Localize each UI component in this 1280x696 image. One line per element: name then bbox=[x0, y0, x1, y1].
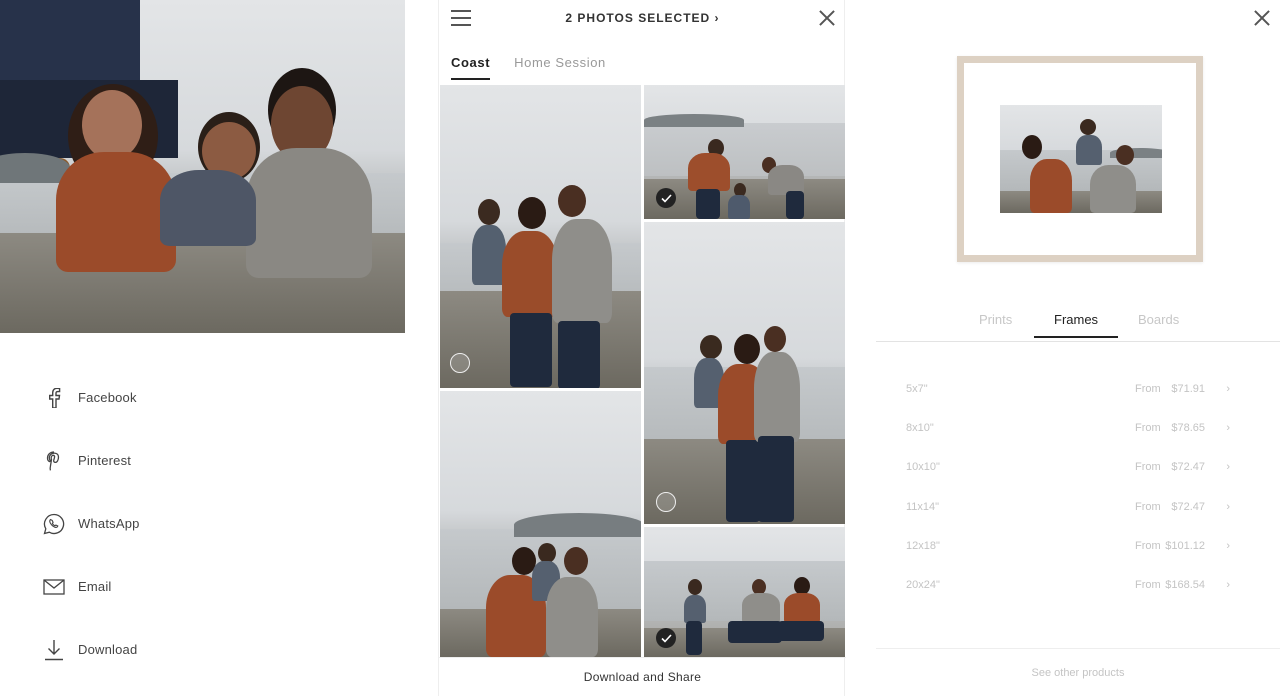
size-label: 10x10" bbox=[906, 461, 940, 474]
share-facebook-label: Facebook bbox=[78, 390, 137, 405]
size-label: 5x7" bbox=[906, 383, 928, 395]
download-icon bbox=[42, 638, 66, 662]
size-row-8x10[interactable]: 8x10" From $78.65 › bbox=[906, 411, 1236, 450]
from-label: From bbox=[1135, 578, 1161, 591]
share-download-label: Download bbox=[78, 642, 138, 657]
size-label: 20x24" bbox=[906, 578, 940, 591]
size-label: 12x18" bbox=[906, 539, 940, 552]
price-label: $78.65 bbox=[1171, 422, 1205, 435]
from-label: From bbox=[1135, 383, 1161, 395]
price-label: $101.12 bbox=[1165, 539, 1205, 552]
selected-count-title[interactable]: 2 PHOTOS SELECTED › bbox=[439, 11, 846, 25]
size-row-10x10[interactable]: 10x10" From $72.47 › bbox=[906, 450, 1236, 489]
chevron-right-icon: › bbox=[1226, 539, 1230, 552]
selected-check-icon[interactable] bbox=[656, 628, 676, 648]
size-row-5x7[interactable]: 5x7" From $71.91 › bbox=[906, 372, 1236, 411]
size-label: 11x14" bbox=[906, 500, 940, 513]
from-label: From bbox=[1135, 461, 1161, 474]
from-label: From bbox=[1135, 539, 1161, 552]
select-circle-icon[interactable] bbox=[656, 492, 676, 512]
share-panel: Facebook Pinterest WhatsApp Email Downlo… bbox=[0, 0, 405, 696]
tab-boards[interactable]: Boards bbox=[1138, 312, 1179, 336]
from-label: From bbox=[1135, 500, 1161, 513]
gallery-tabs: Coast Home Session bbox=[451, 55, 606, 80]
share-pinterest-label: Pinterest bbox=[78, 453, 132, 468]
select-circle-icon[interactable] bbox=[450, 353, 470, 373]
share-email[interactable]: Email bbox=[42, 555, 382, 618]
size-row-11x14[interactable]: 11x14" From $72.47 › bbox=[906, 490, 1236, 529]
close-icon[interactable] bbox=[1253, 9, 1271, 27]
price-label: $168.54 bbox=[1165, 578, 1205, 591]
photo-tile[interactable] bbox=[644, 527, 845, 657]
pinterest-icon bbox=[42, 449, 66, 473]
product-tabs: Prints Frames Boards bbox=[876, 312, 1280, 342]
share-facebook[interactable]: Facebook bbox=[42, 366, 382, 429]
size-label: 8x10" bbox=[906, 422, 934, 435]
chevron-right-icon: › bbox=[1226, 461, 1230, 474]
selected-check-icon[interactable] bbox=[656, 188, 676, 208]
tab-coast[interactable]: Coast bbox=[451, 55, 491, 80]
share-pinterest[interactable]: Pinterest bbox=[42, 429, 382, 492]
frame-size-list: 5x7" From $71.91 › 8x10" From $78.65 › 1… bbox=[906, 372, 1236, 607]
photo-tile[interactable] bbox=[644, 85, 845, 219]
share-email-label: Email bbox=[78, 579, 112, 594]
tab-prints[interactable]: Prints bbox=[979, 312, 1012, 336]
gallery-panel: 2 PHOTOS SELECTED › Coast Home Session D… bbox=[438, 0, 846, 696]
see-other-products-link[interactable]: See other products bbox=[876, 648, 1280, 696]
share-whatsapp-label: WhatsApp bbox=[78, 516, 140, 531]
gallery-header: 2 PHOTOS SELECTED › bbox=[439, 0, 846, 38]
size-row-20x24[interactable]: 20x24" From $168.54 › bbox=[906, 568, 1236, 607]
size-row-12x18[interactable]: 12x18" From $101.12 › bbox=[906, 529, 1236, 568]
photo-tile[interactable] bbox=[440, 391, 641, 657]
from-label: From bbox=[1135, 422, 1161, 435]
email-icon bbox=[42, 575, 66, 599]
whatsapp-icon bbox=[42, 512, 66, 536]
photo-tile[interactable] bbox=[644, 222, 845, 524]
tab-home-session[interactable]: Home Session bbox=[514, 55, 606, 80]
share-download[interactable]: Download bbox=[42, 618, 382, 681]
chevron-right-icon: › bbox=[1226, 383, 1230, 395]
download-and-share-button[interactable]: Download and Share bbox=[439, 657, 846, 696]
facebook-icon bbox=[42, 386, 66, 410]
share-options-list: Facebook Pinterest WhatsApp Email Downlo… bbox=[42, 366, 382, 681]
photo-tile[interactable] bbox=[440, 85, 641, 388]
share-whatsapp[interactable]: WhatsApp bbox=[42, 492, 382, 555]
price-label: $72.47 bbox=[1171, 461, 1205, 474]
chevron-right-icon: › bbox=[1226, 578, 1230, 591]
photo-grid bbox=[439, 85, 846, 657]
chevron-right-icon: › bbox=[1226, 422, 1230, 435]
price-label: $72.47 bbox=[1171, 500, 1205, 513]
share-preview-photo bbox=[0, 0, 405, 333]
product-panel: Prints Frames Boards 5x7" From $71.91 › … bbox=[876, 0, 1280, 696]
price-label: $71.91 bbox=[1171, 383, 1205, 395]
framed-photo bbox=[1000, 105, 1162, 213]
chevron-right-icon: › bbox=[1226, 500, 1230, 513]
frame-preview bbox=[957, 56, 1203, 262]
tab-frames[interactable]: Frames bbox=[1034, 312, 1119, 338]
close-icon[interactable] bbox=[818, 9, 836, 27]
